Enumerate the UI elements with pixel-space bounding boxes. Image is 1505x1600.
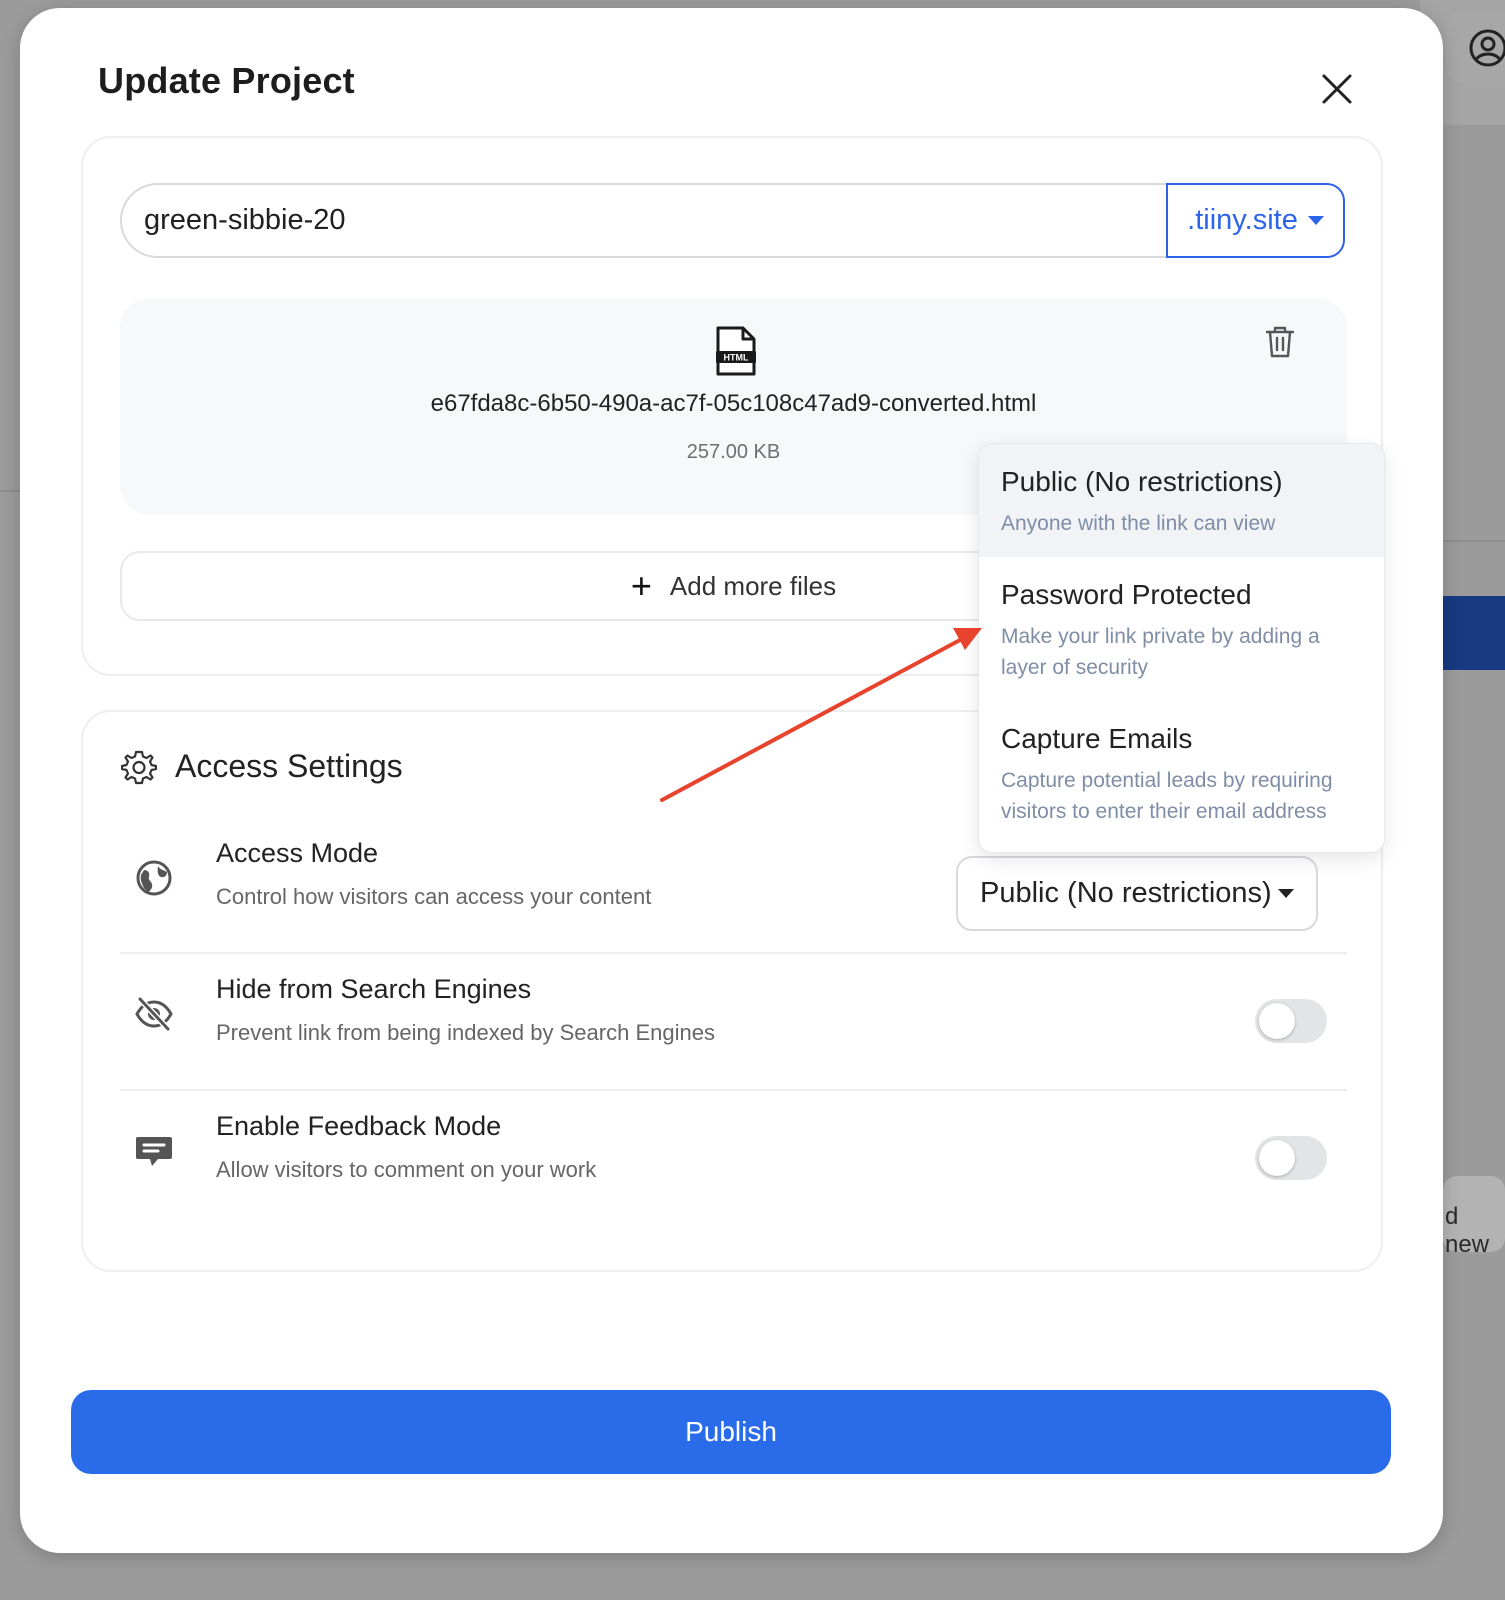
globe-icon xyxy=(136,860,172,896)
plus-icon: + xyxy=(630,565,652,606)
background-divider xyxy=(1443,540,1505,542)
background-avatar-button[interactable] xyxy=(1446,10,1505,82)
option-password-desc: Make your link private by adding a layer… xyxy=(1001,625,1320,679)
access-mode-select[interactable]: Public (No restrictions) xyxy=(956,856,1318,931)
access-mode-title: Access Mode xyxy=(216,838,379,868)
feedback-mode-toggle[interactable] xyxy=(1255,1136,1327,1180)
background-divider xyxy=(0,490,20,492)
svg-text:HTML: HTML xyxy=(724,353,749,363)
chevron-down-icon xyxy=(1307,216,1324,225)
access-settings-heading: Access Settings xyxy=(121,748,403,785)
eye-off-icon xyxy=(135,996,173,1032)
hide-search-row: Hide from Search Engines Prevent link fr… xyxy=(120,954,1347,1089)
access-mode-value: Public (No restrictions) xyxy=(980,877,1272,909)
option-public-desc: Anyone with the link can view xyxy=(1001,512,1276,535)
option-capture-emails[interactable]: Capture Emails Capture potential leads b… xyxy=(979,703,1384,852)
domain-label: .tiiny.site xyxy=(1187,204,1298,236)
gear-icon xyxy=(121,750,157,784)
trash-icon[interactable] xyxy=(1264,325,1296,359)
option-public[interactable]: Public (No restrictions) Anyone with the… xyxy=(979,444,1384,557)
option-capture-desc: Capture potential leads by requiring vis… xyxy=(1001,769,1333,823)
option-public-title: Public (No restrictions) xyxy=(1001,466,1283,497)
hide-search-toggle[interactable] xyxy=(1255,999,1327,1043)
close-icon[interactable] xyxy=(1320,72,1354,106)
hide-search-desc: Prevent link from being indexed by Searc… xyxy=(216,1020,715,1045)
background-blue-button[interactable] xyxy=(1443,596,1505,670)
access-mode-desc: Control how visitors can access your con… xyxy=(216,884,652,909)
access-mode-dropdown: Public (No restrictions) Anyone with the… xyxy=(978,443,1385,853)
option-password-protected[interactable]: Password Protected Make your link privat… xyxy=(979,557,1384,703)
feedback-mode-desc: Allow visitors to comment on your work xyxy=(216,1157,597,1182)
user-circle-icon xyxy=(1469,29,1505,67)
modal-title: Update Project xyxy=(98,60,355,101)
chevron-down-icon xyxy=(1278,889,1294,898)
option-password-title: Password Protected xyxy=(1001,579,1252,610)
comment-icon xyxy=(136,1137,172,1166)
add-files-label: Add more files xyxy=(669,570,837,601)
feedback-mode-row: Enable Feedback Mode Allow visitors to c… xyxy=(120,1091,1347,1226)
background-fragment-text: d new xyxy=(1445,1203,1490,1258)
access-settings-title: Access Settings xyxy=(175,748,403,784)
domain-select[interactable]: .tiiny.site xyxy=(1166,183,1345,258)
project-name-input[interactable]: green-sibbie-20 xyxy=(120,183,1168,258)
option-capture-title: Capture Emails xyxy=(1001,723,1193,754)
html-file-icon: HTML xyxy=(716,326,756,376)
feedback-mode-title: Enable Feedback Mode xyxy=(216,1111,502,1141)
publish-button[interactable]: Publish xyxy=(71,1390,1391,1474)
file-name: e67fda8c-6b50-490a-ac7f-05c108c47ad9-con… xyxy=(430,390,1037,417)
hide-search-title: Hide from Search Engines xyxy=(216,974,532,1004)
